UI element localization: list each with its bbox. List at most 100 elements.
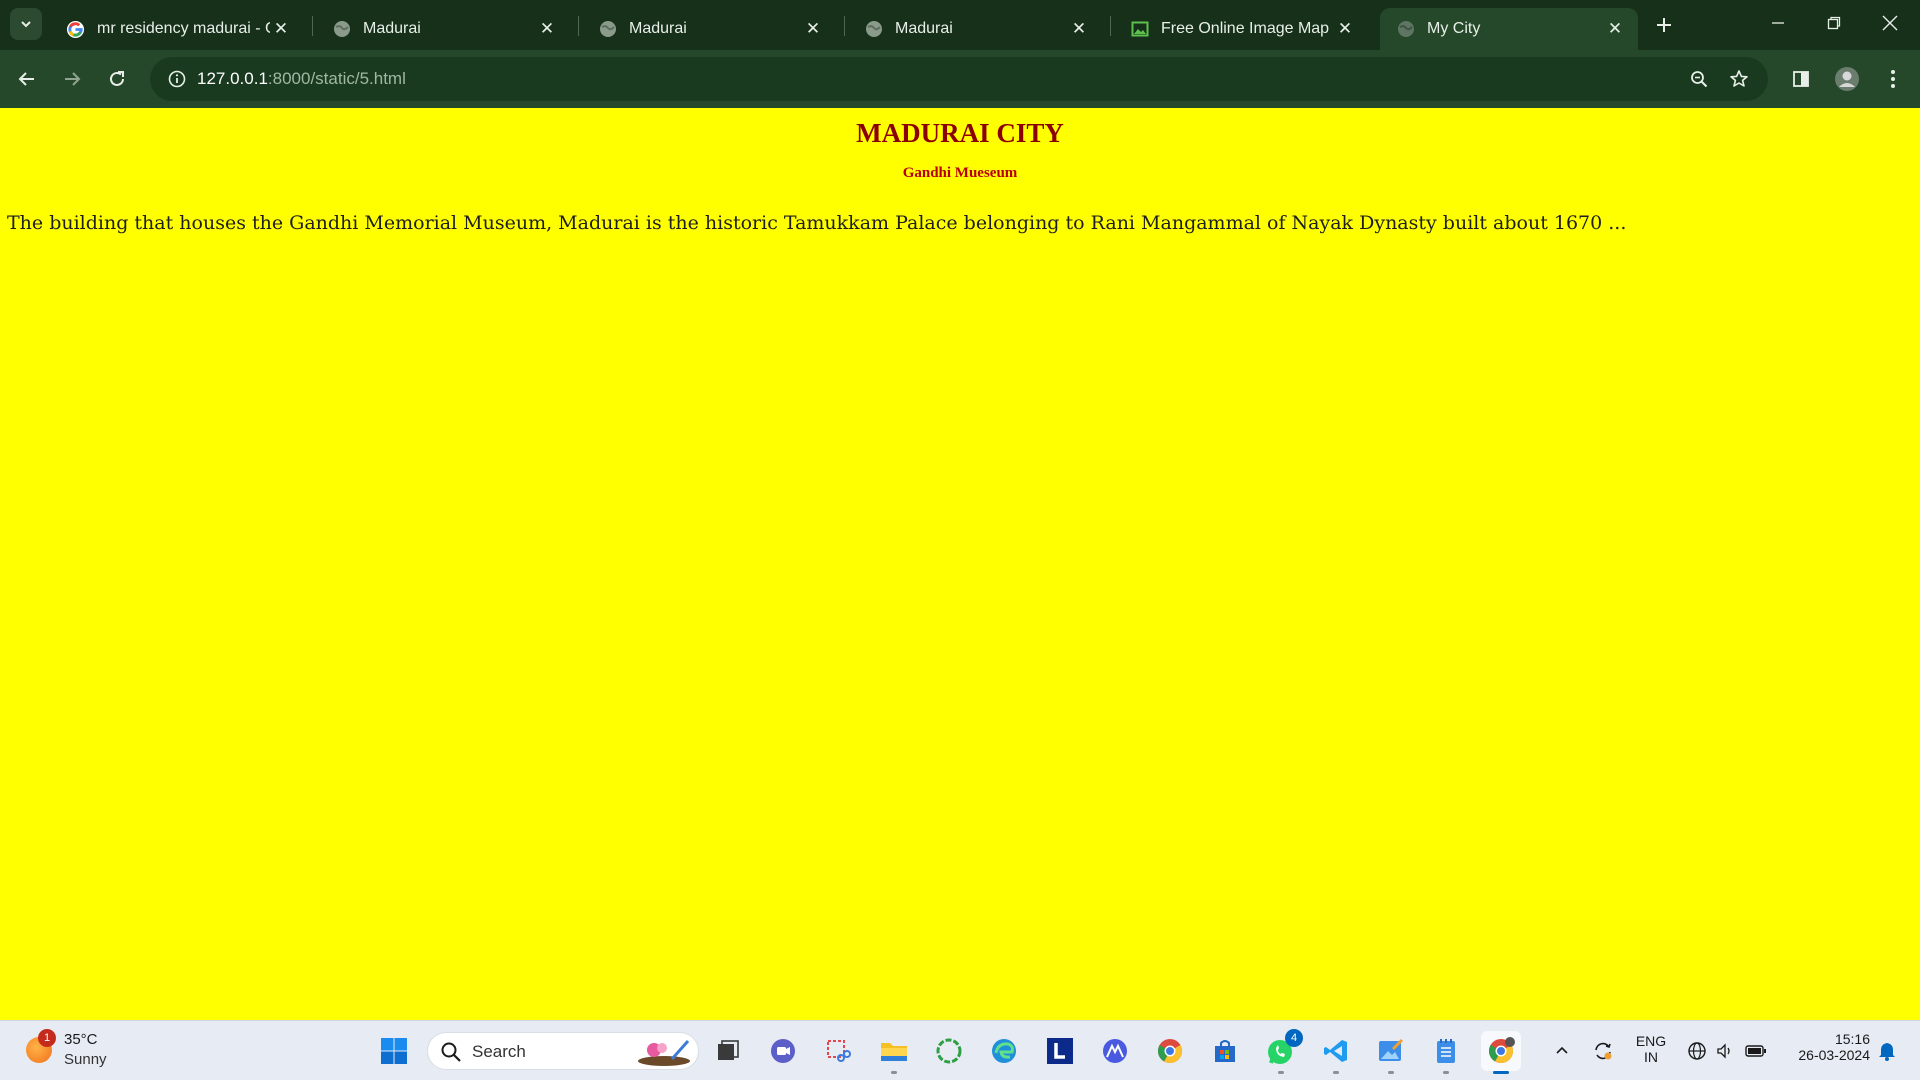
- edge-icon: [992, 1039, 1016, 1063]
- tab-title: mr residency madurai - Go: [97, 20, 270, 37]
- back-button[interactable]: [10, 62, 44, 96]
- battery-button[interactable]: [1742, 1031, 1770, 1071]
- close-tab-icon[interactable]: ✕: [1068, 18, 1090, 40]
- battery-icon: [1745, 1045, 1766, 1057]
- tab-title: Free Online Image Map Ge: [1161, 20, 1334, 37]
- tab-image-map-generator[interactable]: Free Online Image Map Ge ✕: [1114, 8, 1368, 50]
- star-icon: [1730, 70, 1748, 87]
- side-panel-icon: [1793, 71, 1809, 87]
- sync-icon: [1595, 1042, 1612, 1060]
- forward-button[interactable]: [55, 62, 89, 96]
- browser-toolbar: 127.0.0.1:8000/static/5.html: [0, 50, 1920, 108]
- close-window-button[interactable]: [1862, 0, 1918, 46]
- l-app-button[interactable]: [1040, 1031, 1080, 1071]
- restore-button[interactable]: [1806, 0, 1862, 46]
- volume-button[interactable]: [1712, 1031, 1738, 1071]
- profile-avatar[interactable]: [1830, 62, 1864, 96]
- tab-madurai-3[interactable]: Madurai ✕: [848, 8, 1102, 50]
- task-view-button[interactable]: [708, 1031, 748, 1071]
- arc-app-button[interactable]: [1095, 1031, 1135, 1071]
- tab-title: Madurai: [363, 20, 421, 37]
- more-vertical-icon: [1891, 70, 1895, 88]
- search-icon: [441, 1042, 461, 1062]
- tab-my-city[interactable]: My City ✕: [1380, 8, 1638, 50]
- chrome-active-button[interactable]: [1481, 1031, 1521, 1074]
- address-bar[interactable]: 127.0.0.1:8000/static/5.html: [150, 57, 1768, 101]
- running-indicator: [1278, 1071, 1284, 1074]
- tab-separator: [312, 16, 313, 36]
- chevron-down-icon: [21, 21, 31, 28]
- globe-icon: [864, 20, 883, 39]
- new-tab-button[interactable]: [1650, 11, 1678, 39]
- snipping-tool-icon: [827, 1040, 851, 1062]
- edge-button[interactable]: [984, 1031, 1024, 1071]
- tab-google-search[interactable]: mr residency madurai - Go ✕: [50, 8, 304, 50]
- clock[interactable]: 15:16 26-03-2024: [1780, 1031, 1870, 1063]
- close-tab-icon[interactable]: ✕: [536, 18, 558, 40]
- snipping-tool-button[interactable]: [818, 1031, 858, 1071]
- running-indicator: [1388, 1071, 1394, 1074]
- running-indicator: [1333, 1071, 1339, 1074]
- paint-button[interactable]: [1371, 1031, 1411, 1074]
- vscode-button[interactable]: [1316, 1031, 1356, 1074]
- windows-icon: [381, 1038, 407, 1064]
- tab-title: My City: [1427, 20, 1481, 37]
- sync-tray-button[interactable]: [1588, 1031, 1618, 1071]
- clock-time: 15:16: [1834, 1031, 1870, 1047]
- file-explorer-button[interactable]: [874, 1031, 914, 1074]
- start-button[interactable]: [374, 1031, 414, 1071]
- region-code: IN: [1644, 1049, 1658, 1065]
- network-button[interactable]: [1684, 1031, 1710, 1071]
- close-tab-icon[interactable]: ✕: [1334, 18, 1356, 40]
- arrow-left-icon: [18, 72, 34, 86]
- loop-icon: [936, 1038, 962, 1064]
- language-indicator[interactable]: ENG IN: [1630, 1033, 1672, 1065]
- tab-separator: [844, 16, 845, 36]
- globe-icon: [598, 20, 617, 39]
- minimize-button[interactable]: [1750, 0, 1806, 46]
- url-text[interactable]: 127.0.0.1:8000/static/5.html: [197, 57, 406, 101]
- close-icon: [1882, 15, 1898, 31]
- side-panel-button[interactable]: [1784, 62, 1818, 96]
- running-indicator: [891, 1071, 897, 1074]
- close-tab-icon[interactable]: ✕: [270, 18, 292, 40]
- clock-date: 26-03-2024: [1798, 1047, 1870, 1063]
- tab-madurai-2[interactable]: Madurai ✕: [582, 8, 836, 50]
- bookmark-button[interactable]: [1722, 62, 1756, 96]
- zoom-button[interactable]: [1682, 62, 1716, 96]
- zoom-icon: [1691, 71, 1708, 88]
- chrome-button[interactable]: [1150, 1031, 1190, 1071]
- app-circle-button[interactable]: [929, 1031, 969, 1071]
- whatsapp-button[interactable]: 4: [1261, 1029, 1303, 1074]
- menu-button[interactable]: [1876, 62, 1910, 96]
- restore-icon: [1827, 16, 1841, 30]
- reload-button[interactable]: [100, 62, 134, 96]
- teams-chat-button[interactable]: [763, 1031, 803, 1071]
- show-hidden-icons-button[interactable]: [1548, 1031, 1576, 1071]
- url-path: :8000/static/5.html: [267, 69, 406, 88]
- site-info-icon[interactable]: [160, 62, 194, 96]
- globe-icon: [1396, 20, 1415, 39]
- close-tab-icon[interactable]: ✕: [802, 18, 824, 40]
- page-paragraph: The building that houses the Gandhi Memo…: [7, 212, 1627, 234]
- notepad-button[interactable]: [1426, 1031, 1466, 1074]
- speaker-icon: [1717, 1043, 1730, 1059]
- tab-separator: [1110, 16, 1111, 36]
- weather-temperature: 35°C: [64, 1031, 98, 1048]
- plus-icon: [1657, 18, 1671, 32]
- windows-taskbar: 1 35°C Sunny Search 4 ENG IN 15:16 26-03…: [0, 1020, 1920, 1080]
- tab-search-button[interactable]: [10, 8, 42, 40]
- search-label: Search: [472, 1042, 526, 1061]
- close-tab-icon[interactable]: ✕: [1604, 18, 1626, 40]
- globe-network-icon: [1688, 1042, 1706, 1060]
- notifications-button[interactable]: [1872, 1031, 1902, 1071]
- tab-separator: [578, 16, 579, 36]
- tab-madurai-1[interactable]: Madurai ✕: [316, 8, 570, 50]
- weather-widget[interactable]: 1 35°C Sunny: [26, 1029, 146, 1073]
- chrome-icon: [1157, 1039, 1183, 1064]
- search-highlight-icon: [638, 1040, 690, 1066]
- store-button[interactable]: [1205, 1031, 1245, 1071]
- weather-condition: Sunny: [64, 1051, 107, 1068]
- taskbar-search[interactable]: Search: [427, 1032, 699, 1070]
- mountain-icon: [1103, 1039, 1127, 1063]
